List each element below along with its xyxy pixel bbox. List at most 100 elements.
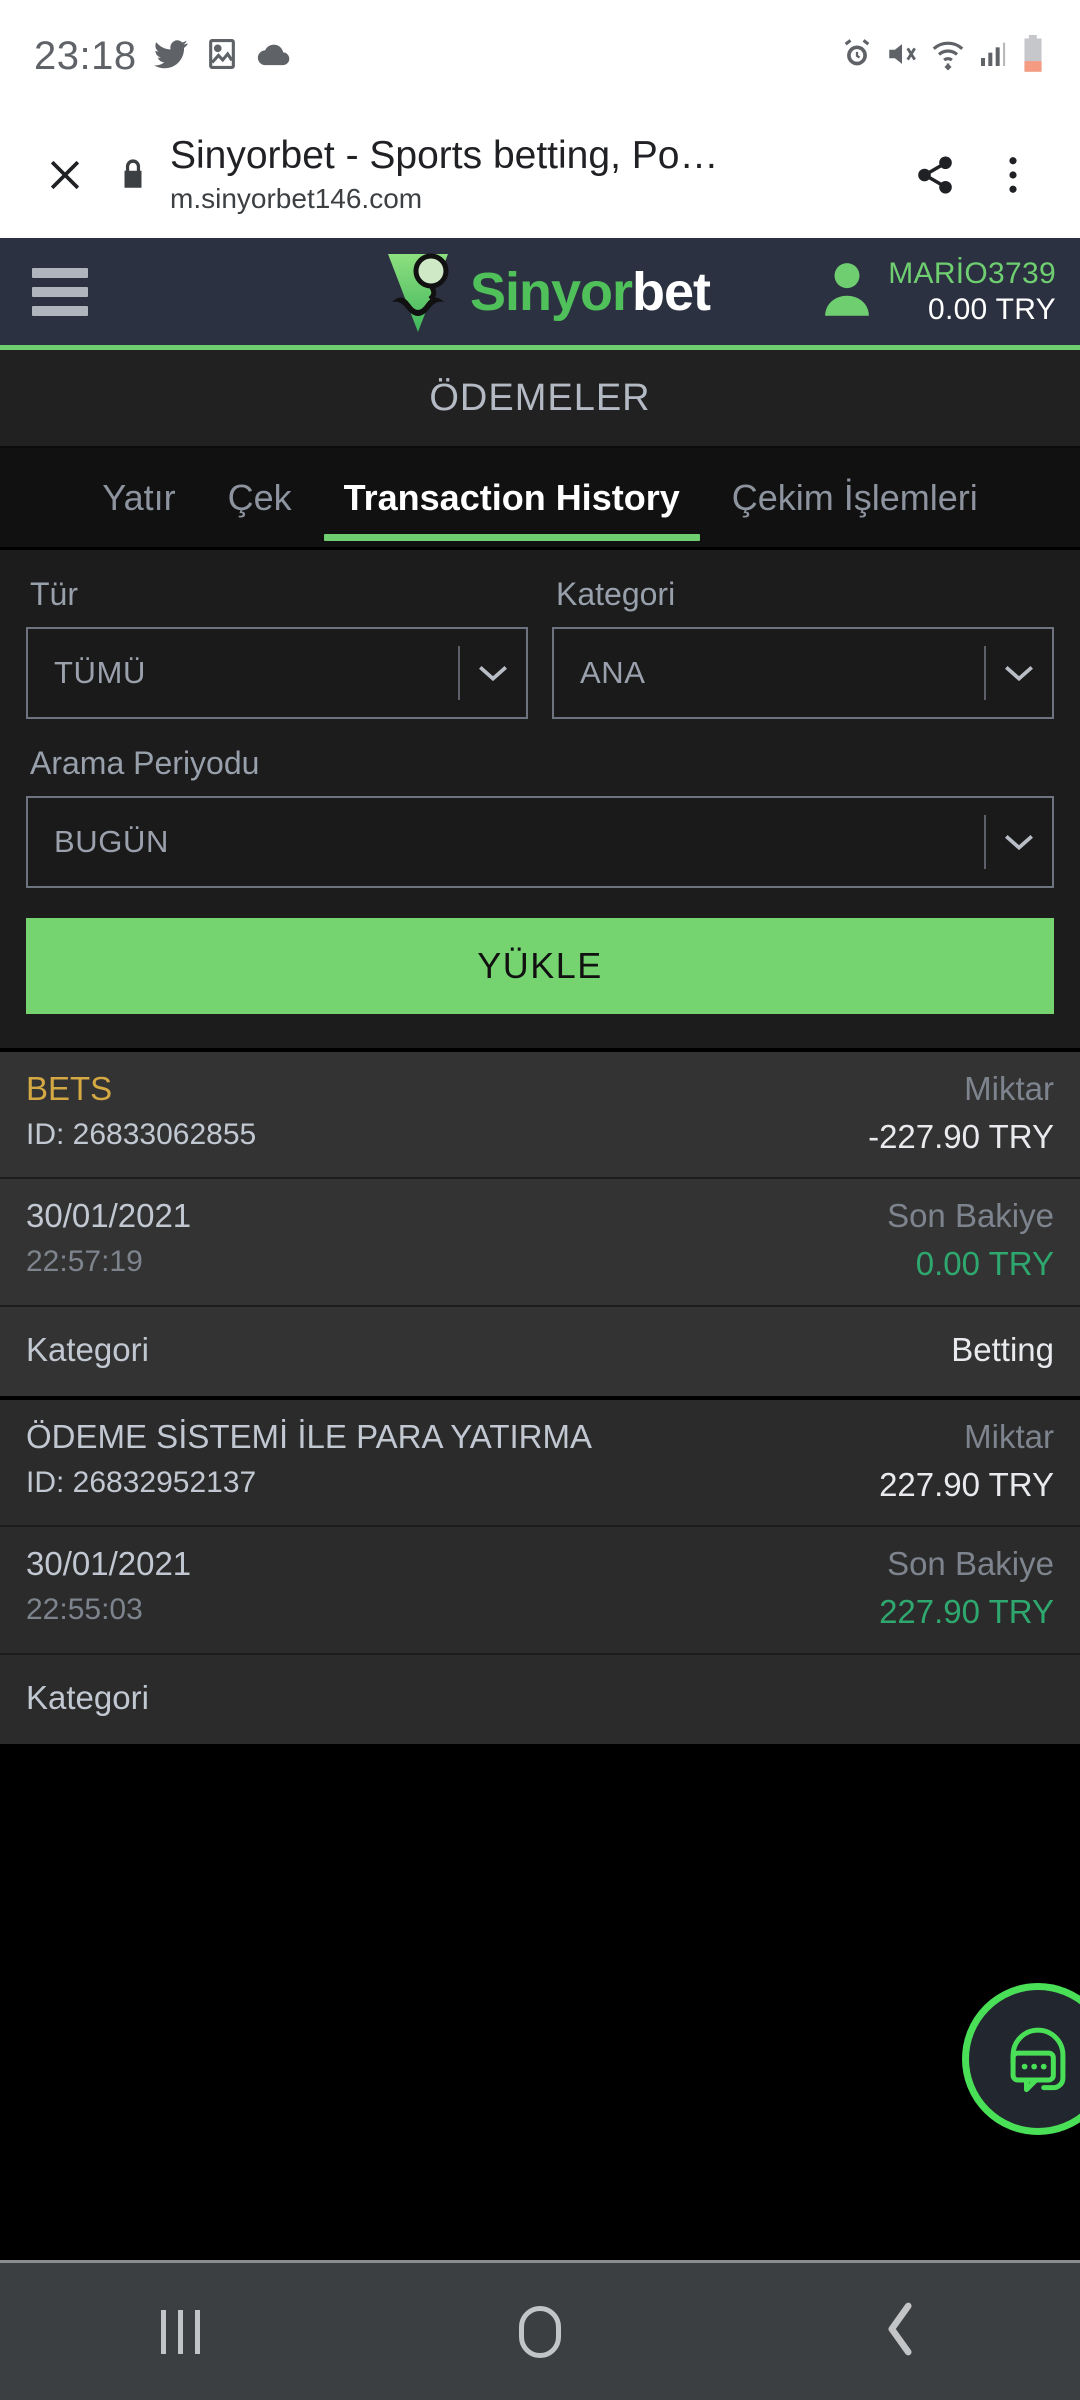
transaction-amount-block: Miktar 227.90 TRY	[861, 1416, 1054, 1507]
android-status-bar: 23:18	[0, 0, 1080, 112]
transaction-date-row: 30/01/2021 22:57:19 Son Bakiye 0.00 TRY	[0, 1179, 1080, 1307]
cloud-icon	[255, 35, 293, 78]
chevron-down-icon	[460, 662, 526, 684]
status-bar-right	[840, 34, 1046, 78]
twitter-icon	[153, 36, 189, 77]
period-label: Arama Periyodu	[30, 745, 260, 781]
amount-value: -227.90 TRY	[868, 1117, 1054, 1155]
brand-text-primary: Sinyor	[469, 261, 633, 322]
tab-label: Çek	[227, 476, 292, 518]
close-tab-button[interactable]	[28, 153, 102, 197]
live-chat-button[interactable]	[962, 1983, 1080, 2135]
transaction-summary-row: ÖDEME SİSTEMİ İLE PARA YATIRMA ID: 26832…	[0, 1399, 1080, 1528]
transaction-date: 30/01/2021	[26, 1545, 192, 1583]
brand-text-secondary: bet	[632, 261, 711, 322]
balance-label: 0.00 TRY	[927, 292, 1056, 326]
page-title-text: ÖDEMELER	[429, 376, 651, 419]
site-header: Sinyorbet MARİO3739 0.00 TRY	[0, 238, 1080, 350]
headset-chat-icon	[992, 2011, 1080, 2108]
share-icon[interactable]	[896, 154, 974, 196]
status-bar-clock: 23:18	[34, 33, 137, 78]
amount-label: Miktar	[964, 1417, 1054, 1455]
type-label: Tür	[30, 576, 78, 612]
chevron-down-icon	[986, 662, 1052, 684]
site-logo[interactable]: Sinyorbet	[370, 240, 711, 344]
category-select[interactable]: ANA	[552, 627, 1054, 719]
type-select-value: TÜMÜ	[54, 655, 146, 690]
username-label: MARİO3739	[888, 257, 1056, 291]
home-button[interactable]	[450, 2305, 630, 2358]
category-select-value: ANA	[580, 655, 646, 690]
balance-value: 227.90 TRY	[879, 1593, 1054, 1631]
status-bar-left: 23:18	[34, 34, 293, 79]
transaction-time: 22:55:03	[26, 1593, 143, 1627]
period-select[interactable]: BUGÜN	[26, 796, 1054, 888]
filter-type-group: Tür TÜMÜ	[26, 576, 528, 719]
tab-cekim-islemleri[interactable]: Çekim İşlemleri	[706, 448, 1004, 547]
page-identity[interactable]: Sinyorbet - Sports betting, Po… m.sinyor…	[164, 133, 896, 217]
transaction-summary-row: BETS ID: 26833062855 Miktar -227.90 TRY	[0, 1052, 1080, 1180]
user-avatar-icon	[820, 260, 874, 323]
tab-label: Yatır	[102, 476, 176, 518]
browser-url: m.sinyorbet146.com	[170, 183, 423, 215]
transaction-balance-block: Son Bakiye 0.00 TRY	[869, 1195, 1054, 1286]
balance-value: 0.00 TRY	[915, 1245, 1054, 1283]
alarm-icon	[840, 37, 874, 76]
brand-wordmark: Sinyorbet	[469, 261, 711, 322]
category-value: Betting	[951, 1330, 1054, 1368]
filter-row-top: Tür TÜMÜ Kategori ANA	[26, 576, 1054, 719]
transaction-item[interactable]: ÖDEME SİSTEMİ İLE PARA YATIRMA ID: 26832…	[0, 1395, 1080, 1744]
chevron-down-icon	[986, 831, 1052, 853]
browser-toolbar: Sinyorbet - Sports betting, Po… m.sinyor…	[0, 112, 1080, 238]
transaction-datetime: 30/01/2021 22:55:03	[26, 1543, 191, 1630]
category-label: Kategori	[26, 1330, 149, 1368]
recents-button[interactable]	[90, 2309, 270, 2354]
transaction-title: ÖDEME SİSTEMİ İLE PARA YATIRMA	[26, 1417, 593, 1455]
android-nav-bar	[0, 2260, 1080, 2400]
home-icon	[519, 2305, 561, 2358]
balance-label: Son Bakiye	[887, 1545, 1054, 1583]
balance-label: Son Bakiye	[887, 1197, 1054, 1235]
load-button[interactable]: YÜKLE	[26, 918, 1054, 1014]
transaction-id: ID: 26833062855	[26, 1117, 257, 1151]
hamburger-icon[interactable]	[24, 267, 88, 316]
recents-icon	[160, 2309, 200, 2354]
user-account-button[interactable]: MARİO3739 0.00 TRY	[820, 256, 1056, 327]
type-select[interactable]: TÜMÜ	[26, 627, 528, 719]
vibrate-mute-icon	[885, 37, 919, 76]
back-button[interactable]	[810, 2301, 990, 2362]
signal-icon	[977, 38, 1009, 75]
payments-tabs: Yatır Çek Transaction History Çekim İşle…	[0, 448, 1080, 550]
wifi-icon	[930, 36, 966, 77]
page-title: ÖDEMELER	[0, 350, 1080, 448]
tab-label: Transaction History	[343, 476, 680, 518]
transaction-info: ÖDEME SİSTEMİ İLE PARA YATIRMA ID: 26832…	[26, 1416, 592, 1503]
transaction-date-row: 30/01/2021 22:55:03 Son Bakiye 227.90 TR…	[0, 1527, 1080, 1655]
period-select-value: BUGÜN	[54, 824, 169, 859]
transaction-date: 30/01/2021	[26, 1197, 192, 1235]
battery-low-icon	[1020, 34, 1046, 78]
user-meta: MARİO3739 0.00 TRY	[888, 256, 1056, 327]
transaction-amount-block: Miktar -227.90 TRY	[850, 1068, 1054, 1159]
transaction-datetime: 30/01/2021 22:57:19	[26, 1195, 191, 1282]
image-icon	[205, 37, 239, 76]
filter-period-group: Arama Periyodu BUGÜN	[26, 745, 1054, 888]
tab-label: Çekim İşlemleri	[731, 476, 978, 518]
tab-transaction-history[interactable]: Transaction History	[318, 448, 706, 547]
category-label: Kategori	[26, 1678, 149, 1716]
transaction-item[interactable]: BETS ID: 26833062855 Miktar -227.90 TRY …	[0, 1048, 1080, 1396]
transaction-info: BETS ID: 26833062855	[26, 1068, 256, 1155]
amount-label: Miktar	[964, 1070, 1054, 1107]
filter-form: Tür TÜMÜ Kategori ANA Arama Periyodu BUG…	[0, 550, 1080, 1048]
transaction-time: 22:57:19	[26, 1245, 143, 1279]
transaction-title: BETS	[26, 1070, 113, 1107]
category-label: Kategori	[556, 576, 676, 612]
transaction-id: ID: 26832952137	[26, 1465, 257, 1499]
overflow-menu-icon[interactable]	[974, 154, 1052, 196]
amount-value: 227.90 TRY	[879, 1465, 1054, 1503]
tab-cek[interactable]: Çek	[202, 448, 318, 547]
back-icon	[883, 2301, 917, 2362]
transaction-category-row: Kategori Betting	[0, 1306, 1080, 1396]
tab-yatir[interactable]: Yatır	[76, 448, 201, 547]
lock-icon	[102, 158, 164, 192]
